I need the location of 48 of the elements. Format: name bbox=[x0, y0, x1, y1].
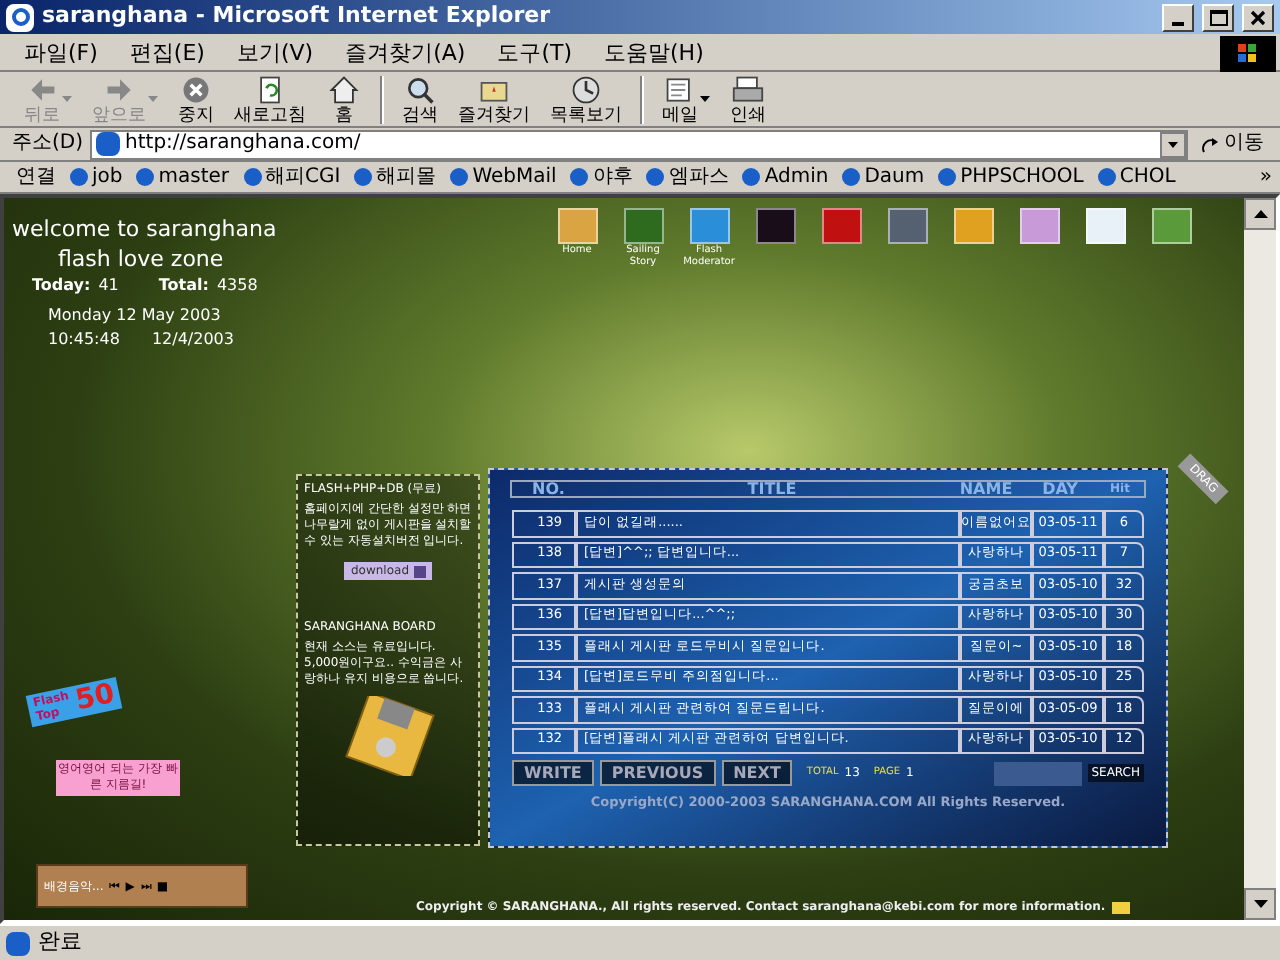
link-button[interactable]: master bbox=[136, 165, 230, 189]
board-button[interactable]: PREVIOUS bbox=[599, 760, 716, 786]
today-count: 41 bbox=[98, 274, 119, 298]
clock-text: 10:45:48 bbox=[48, 328, 120, 352]
menu-item[interactable]: 즐겨찾기(A) bbox=[345, 39, 466, 65]
column-header: DAY bbox=[1040, 481, 1080, 497]
menu-item[interactable]: 도움말(H) bbox=[604, 39, 704, 65]
toolbar-button[interactable]: 목록보기 bbox=[542, 72, 630, 126]
date-text: 12/4/2003 bbox=[151, 328, 234, 352]
today-label: Today: bbox=[32, 274, 91, 298]
toolbar-button[interactable]: 메일 bbox=[654, 72, 718, 126]
column-header: NO. bbox=[532, 481, 567, 497]
more-links-chevron[interactable]: » bbox=[1259, 165, 1272, 189]
toolbar-button[interactable]: 즐겨찾기 bbox=[450, 72, 538, 126]
menu-item[interactable]: 도구(T) bbox=[497, 39, 572, 65]
date-text: Monday 12 May 2003 bbox=[48, 304, 221, 328]
link-button[interactable]: 야후 bbox=[570, 165, 633, 189]
link-button[interactable]: job bbox=[70, 165, 123, 189]
link-button[interactable]: 해피CGI bbox=[243, 165, 341, 189]
menu-item[interactable]: 보기(V) bbox=[236, 39, 314, 65]
window-title: saranghana - Microsoft Internet Explorer bbox=[42, 0, 553, 33]
welcome-text: flash love zone bbox=[58, 244, 224, 276]
menu-item[interactable]: 편집(E) bbox=[129, 39, 205, 65]
link-button[interactable]: 엠파스 bbox=[646, 165, 729, 189]
link-button[interactable]: CHOL bbox=[1097, 165, 1176, 189]
toolbar-button[interactable]: 중지 bbox=[170, 72, 222, 126]
total-count: 4358 bbox=[216, 274, 258, 298]
welcome-text: welcome to saranghana bbox=[12, 214, 277, 246]
toolbar-button[interactable]: 홈 bbox=[318, 72, 370, 126]
link-button[interactable]: WebMail bbox=[450, 165, 557, 189]
board-button[interactable]: NEXT bbox=[721, 760, 793, 786]
total-label: Total: bbox=[158, 274, 209, 298]
toolbar-button[interactable]: 인쇄 bbox=[722, 72, 774, 126]
address-field[interactable]: http://saranghana.com/ bbox=[89, 129, 1188, 159]
status-text: 완료 bbox=[38, 926, 82, 959]
go-button[interactable]: 이동 bbox=[1194, 132, 1272, 156]
column-header: TITLE bbox=[745, 481, 799, 497]
link-button[interactable]: Admin bbox=[742, 165, 829, 189]
link-button[interactable]: Daum bbox=[842, 165, 925, 189]
toolbar-button[interactable]: 새로고침 bbox=[226, 72, 314, 126]
links-label: 연결 bbox=[16, 165, 56, 189]
board-button[interactable]: WRITE bbox=[512, 760, 594, 786]
menu-item[interactable]: 파일(F) bbox=[24, 39, 98, 65]
link-button[interactable]: PHPSCHOOL bbox=[938, 165, 1084, 189]
link-button[interactable]: 해피몰 bbox=[354, 165, 437, 189]
column-header: NAME bbox=[957, 481, 1015, 497]
toolbar-button[interactable]: 검색 bbox=[394, 72, 446, 126]
address-label: 주소(D) bbox=[12, 132, 84, 156]
